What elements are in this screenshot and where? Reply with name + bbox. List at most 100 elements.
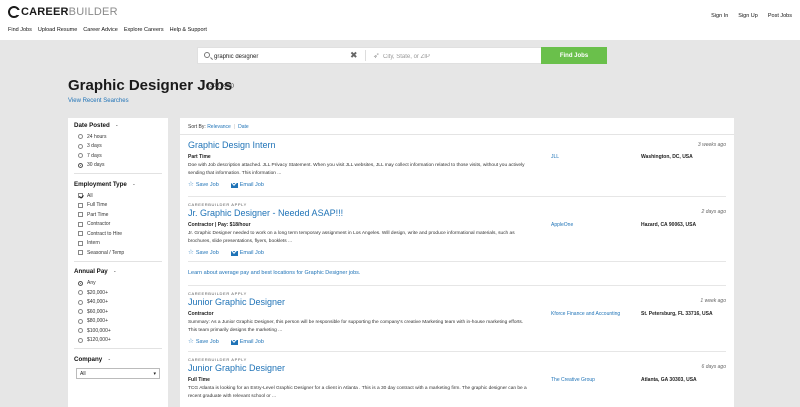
checkbox-icon: [78, 212, 83, 218]
employment-option-seasonal[interactable]: Seasonal / Temp: [74, 248, 162, 258]
checkbox-checked-icon: [78, 193, 83, 199]
post-jobs-link[interactable]: Post Jobs: [768, 13, 792, 19]
radio-icon: [78, 153, 83, 159]
date-option-30d[interactable]: 30 days: [74, 161, 162, 171]
company-link[interactable]: The Creative Group: [551, 377, 595, 383]
job-title-link[interactable]: Jr. Graphic Designer - Needed ASAP!!!: [188, 208, 343, 218]
sort-divider: [180, 134, 734, 135]
careerbuilder-apply-tag: CAREERBUILDER APPLY: [188, 291, 247, 296]
save-job-button[interactable]: ☆ Save Job: [188, 181, 219, 188]
job-count: (300 Jobs): [208, 83, 234, 89]
employment-option-part-time[interactable]: Part Time: [74, 210, 162, 220]
company-link[interactable]: JLL: [551, 154, 559, 160]
careerbuilder-apply-tag: CAREERBUILDER APPLY: [188, 357, 247, 362]
job-age: 6 days ago: [701, 364, 726, 370]
company-select[interactable]: All ▾: [76, 368, 160, 379]
careerbuilder-logo[interactable]: CAREERBUILDER: [8, 6, 118, 18]
employment-option-full-time[interactable]: Full Time: [74, 201, 162, 211]
employment-option-contract-to-hire[interactable]: Contract to Hire: [74, 229, 162, 239]
date-posted-header[interactable]: Date Posted -: [74, 118, 162, 132]
employment-type-header[interactable]: Employment Type -: [74, 177, 162, 191]
date-option-3d[interactable]: 3 days: [74, 142, 162, 152]
checkbox-icon: [78, 240, 83, 246]
job-type: Part Time: [188, 154, 211, 160]
nav-upload-resume[interactable]: Upload Resume: [38, 27, 77, 33]
save-job-button[interactable]: ☆ Save Job: [188, 338, 219, 345]
collapse-icon: -: [132, 180, 135, 188]
company-header[interactable]: Company -: [74, 352, 162, 366]
collapse-icon: -: [115, 121, 118, 129]
search-bar: ✖ ➶ Find Jobs: [197, 47, 607, 64]
logo-builder-text: BUILDER: [68, 6, 118, 18]
radio-icon: [78, 318, 83, 324]
checkbox-icon: [78, 250, 83, 256]
keyword-input[interactable]: [214, 51, 354, 62]
radio-icon: [78, 143, 83, 149]
nav-find-jobs[interactable]: Find Jobs: [8, 27, 32, 33]
envelope-icon: [230, 250, 238, 256]
sort-relevance[interactable]: Relevance: [207, 124, 231, 130]
view-recent-searches-link[interactable]: View Recent Searches: [68, 98, 129, 104]
star-icon: ☆: [188, 249, 194, 256]
date-option-24h[interactable]: 24 hours: [74, 132, 162, 142]
radio-icon: [78, 299, 83, 305]
checkbox-icon: [78, 231, 83, 237]
date-option-7d[interactable]: 7 days: [74, 151, 162, 161]
radio-icon: [78, 309, 83, 315]
save-job-button[interactable]: ☆ Save Job: [188, 249, 219, 256]
sign-in-link[interactable]: Sign In: [711, 13, 728, 19]
annual-pay-header[interactable]: Annual Pay -: [74, 265, 162, 279]
nav-career-advice[interactable]: Career Advice: [83, 27, 118, 33]
radio-selected-icon: [78, 280, 83, 286]
pay-option-120k[interactable]: $120,000+: [74, 336, 162, 346]
pay-option-100k[interactable]: $100,000+: [74, 326, 162, 336]
job-age: 1 week ago: [700, 298, 726, 304]
email-job-button[interactable]: Email Job: [230, 339, 264, 345]
radio-icon: [78, 290, 83, 296]
learn-more-link[interactable]: Learn about average pay and best locatio…: [188, 270, 360, 276]
search-icon: [204, 52, 210, 58]
clear-icon[interactable]: ✖: [350, 50, 358, 61]
search-divider: [365, 50, 366, 61]
sort-date[interactable]: Date: [238, 124, 249, 130]
pay-option-20k[interactable]: $20,000+: [74, 288, 162, 298]
nav-explore-careers[interactable]: Explore Careers: [124, 27, 164, 33]
job-type: Full Time: [188, 377, 210, 383]
checkbox-icon: [78, 221, 83, 227]
pay-option-60k[interactable]: $60,000+: [74, 307, 162, 317]
employment-type-filter: Employment Type - All Full Time Part Time…: [68, 177, 168, 258]
logo-career-text: CAREER: [21, 6, 69, 18]
radio-icon: [78, 134, 83, 140]
company-link[interactable]: Kforce Finance and Accounting: [551, 311, 620, 317]
collapse-icon: -: [113, 268, 116, 275]
sign-up-link[interactable]: Sign Up: [738, 13, 758, 19]
job-actions: ☆ Save Job Email Job: [188, 338, 264, 345]
job-description: Doe with Job description attached. JLL P…: [188, 163, 525, 176]
email-job-button[interactable]: Email Job: [230, 182, 264, 188]
employment-option-contractor[interactable]: Contractor: [74, 220, 162, 230]
job-description: TCG Atlanta is looking for an Entry-Leve…: [188, 386, 527, 399]
job-location: Washington, DC, USA: [641, 154, 693, 160]
job-title-link[interactable]: Graphic Design Intern: [188, 140, 276, 150]
pay-option-40k[interactable]: $40,000+: [74, 298, 162, 308]
location-arrow-icon: ➶: [373, 51, 380, 60]
find-jobs-button[interactable]: Find Jobs: [541, 47, 607, 64]
star-icon: ☆: [188, 338, 194, 345]
star-icon: ☆: [188, 181, 194, 188]
logo-mark-icon: [8, 6, 21, 18]
employment-option-all[interactable]: All: [74, 191, 162, 201]
job-title-link[interactable]: Junior Graphic Designer: [188, 297, 285, 307]
top-bar: CAREERBUILDER Find Jobs Upload Resume Ca…: [0, 0, 800, 40]
filter-divider: [74, 348, 162, 349]
job-actions: ☆ Save Job Email Job: [188, 181, 264, 188]
pay-option-any[interactable]: Any: [74, 279, 162, 289]
company-link[interactable]: AppleOne: [551, 222, 573, 228]
radio-icon: [78, 328, 83, 334]
location-input[interactable]: [383, 51, 533, 62]
job-type: Contractor | Pay: $18/hour: [188, 222, 251, 228]
pay-option-80k[interactable]: $80,000+: [74, 317, 162, 327]
employment-option-intern[interactable]: Intern: [74, 239, 162, 249]
email-job-button[interactable]: Email Job: [230, 250, 264, 256]
nav-help-support[interactable]: Help & Support: [170, 27, 207, 33]
job-title-link[interactable]: Junior Graphic Designer: [188, 363, 285, 373]
